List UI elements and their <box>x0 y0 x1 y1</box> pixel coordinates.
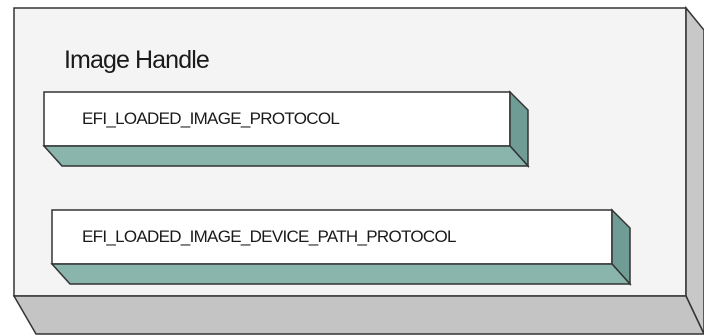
protocol-box-device-path-bottom-side <box>50 263 632 285</box>
image-handle-box-right-side <box>685 5 704 335</box>
image-handle-title: Image Handle <box>64 46 209 74</box>
protocol-box-loaded-image-device-path: EFI_LOADED_IMAGE_DEVICE_PATH_PROTOCOL <box>50 208 632 286</box>
image-handle-box-bottom-side <box>12 295 704 335</box>
protocol-box-loaded-image-bottom-side <box>42 145 530 167</box>
protocol-box-loaded-image: EFI_LOADED_IMAGE_PROTOCOL <box>42 90 530 168</box>
image-handle-diagram: Image Handle EFI_LOADED_IMAGE_PROTOCOL E… <box>12 5 704 335</box>
protocol-label-loaded-image: EFI_LOADED_IMAGE_PROTOCOL <box>82 109 339 128</box>
image-handle-box: Image Handle <box>12 5 704 335</box>
protocol-label-loaded-image-device-path: EFI_LOADED_IMAGE_DEVICE_PATH_PROTOCOL <box>82 227 456 246</box>
